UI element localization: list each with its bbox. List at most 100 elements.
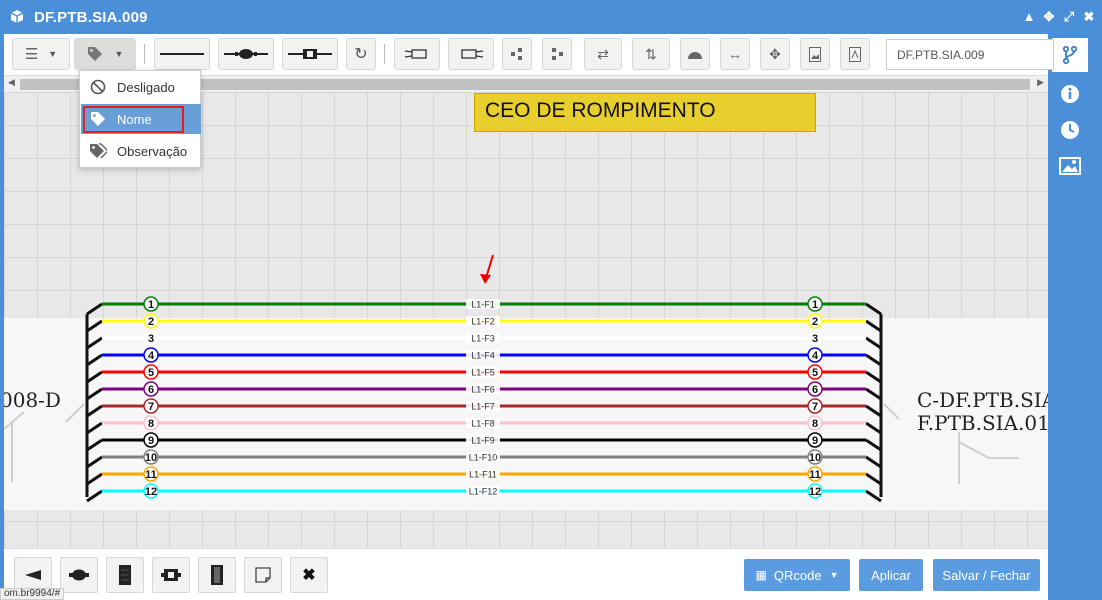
pdf-file-icon [849,46,861,62]
plug-right-button[interactable] [448,38,494,70]
link-icon: ⇄ [597,45,609,62]
horizontal-arrows-button[interactable]: ↔ [720,38,750,70]
menu-item-observacao[interactable]: Observação [81,136,201,166]
splitter-icon [69,569,89,581]
scroll-left-icon[interactable]: ◀ [8,77,15,88]
menu-item-label: Observação [117,143,188,159]
fiber-number-left: 5 [148,367,154,379]
line-tool-button[interactable] [154,38,210,70]
fiber-left-tick [86,472,103,486]
fiber-number-left: 9 [148,435,154,447]
splitter-button[interactable] [60,557,98,593]
fiber-name-label: L1-F7 [471,402,495,412]
save-close-button[interactable]: Salvar / Fechar [933,559,1040,591]
annotation-arrow-head [480,274,491,284]
connector-tool-button[interactable] [282,38,338,70]
fiber-left-tick [86,353,103,367]
fiber-right-tick [865,302,882,316]
fiber-name-label: L1-F10 [469,453,498,463]
cable-line-right [883,403,900,420]
move-icon[interactable]: ✥ [1042,9,1056,25]
box-button[interactable] [152,557,190,593]
plug-left-button[interactable] [394,38,440,70]
caret-down-icon: ▼ [114,49,124,59]
fiber-right-tick [865,353,882,367]
fiber-name-label: L1-F11 [469,470,497,480]
splice-icon [224,49,268,59]
fiber-number-left: 1 [148,299,154,311]
refresh-button[interactable]: ↻ [346,38,376,70]
line-icon [160,53,204,55]
qrcode-button[interactable]: ▦ QRcode ▼ [744,559,850,591]
label-dropdown-button[interactable]: ▼ [74,38,136,70]
cube-icon [10,10,24,23]
image-icon[interactable] [1058,154,1082,178]
annotation-arrow [485,254,494,279]
search-input[interactable] [886,39,1054,70]
list-dropdown-button[interactable]: ☰ ▼ [12,38,70,70]
fiber-left-tick [86,455,103,469]
caret-down-icon: ▼ [48,49,58,59]
image-file-button[interactable] [800,38,830,70]
fiber-name-label: L1-F1 [471,300,495,310]
refresh-icon: ↻ [354,46,368,63]
fiber-number-right: 2 [812,316,818,328]
fiber-right-tick [865,387,882,401]
fiber-right-tick [865,319,882,333]
menu-item-desligado[interactable]: Desligado [81,72,201,102]
maximize-icon[interactable]: ⤢ [1062,9,1076,25]
tag-icon [87,47,102,61]
branch-icon[interactable] [1058,43,1082,67]
clock-icon[interactable] [1058,118,1082,142]
fiber-number-left: 3 [148,333,154,345]
qrcode-icon: ▦ [755,568,767,582]
fiber-number-left: 12 [145,486,157,498]
fiber-number-right: 10 [809,452,821,464]
fiber-right-tick [865,438,882,452]
crosshair-icon: ✥ [769,45,781,62]
fiber-right-tick [865,336,882,350]
info-icon[interactable] [1058,82,1082,106]
apply-button[interactable]: Aplicar [859,559,923,591]
scroll-right-icon[interactable]: ▶ [1037,77,1044,88]
fiber-left-tick [86,387,103,401]
crosshair-button[interactable]: ✥ [760,38,790,70]
fiber-left-tick [86,489,103,503]
unlink-button[interactable]: ⇅ [632,38,670,70]
delete-button[interactable]: ✖ [290,557,328,593]
fiber-name-label: L1-F3 [471,334,495,344]
fiber-number-left: 8 [148,418,154,430]
arrows-horizontal-icon: ↔ [728,46,742,62]
cable-end-icon [25,570,41,580]
fiber-right-tick [865,370,882,384]
fiber-right-tick [865,472,882,486]
qrcode-label: QRcode [773,567,822,583]
split-right-button[interactable] [502,38,532,70]
fiber-name-label: L1-F4 [471,351,495,361]
dashboard-button[interactable] [680,38,710,70]
dio-button[interactable] [106,557,144,593]
label-dropdown-menu: Desligado Nome Observação [79,70,201,168]
sticky-note-icon [255,567,271,583]
split-left-button[interactable] [542,38,572,70]
menu-item-label: Desligado [117,79,175,95]
menu-item-nome[interactable]: Nome [81,104,201,134]
splice-tool-button[interactable] [218,38,274,70]
link-button[interactable]: ⇄ [584,38,622,70]
rack-icon [211,565,223,585]
close-icon[interactable]: ✖ [1082,9,1096,25]
rack-button[interactable] [198,557,236,593]
fiber-number-right: 11 [809,469,821,481]
connector-icon [288,49,332,59]
window-title: DF.PTB.SIA.009 [34,8,148,26]
fiber-number-right: 7 [812,401,818,413]
note-button[interactable] [244,557,282,593]
menu-item-label: Nome [117,111,152,127]
fiber-left-tick [86,438,103,452]
ban-icon [89,78,107,96]
box-icon [161,569,181,581]
fiber-name-label: L1-F5 [471,368,495,378]
collapse-icon[interactable]: ▲ [1022,9,1036,25]
pdf-file-button[interactable] [840,38,870,70]
fiber-left-tick [86,336,103,350]
